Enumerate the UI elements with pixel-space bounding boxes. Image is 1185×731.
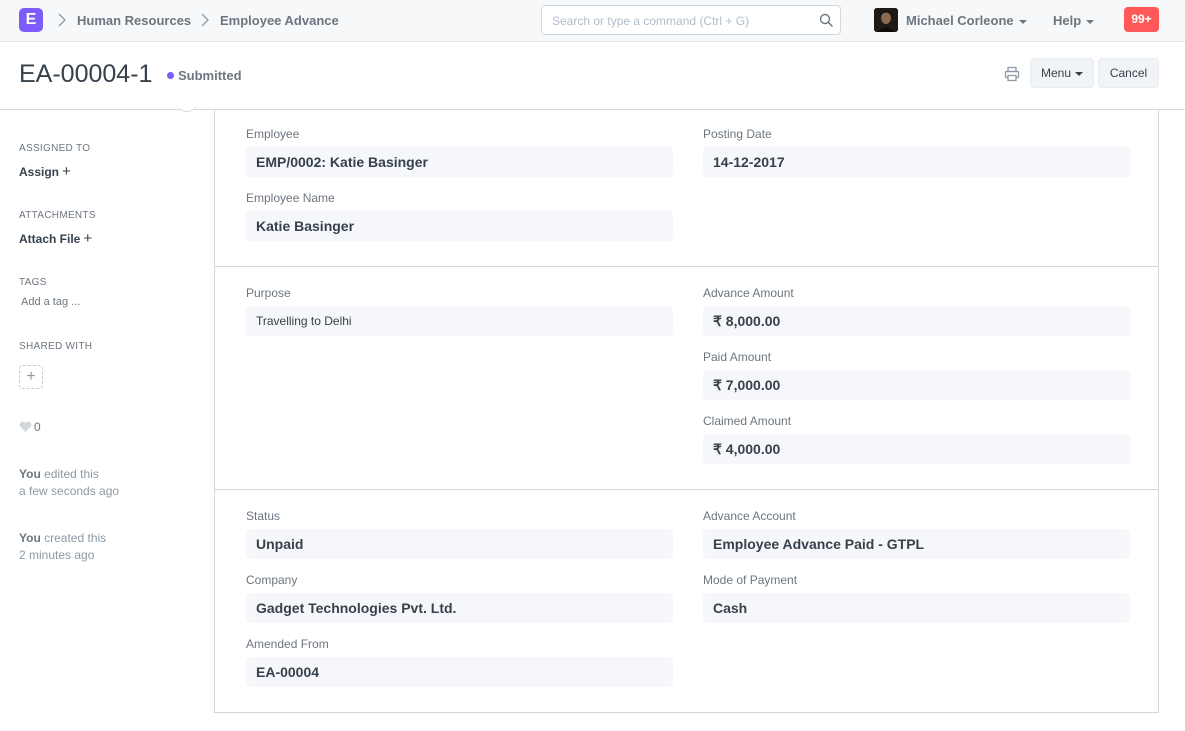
notifications-badge[interactable]: 99+ <box>1124 7 1159 32</box>
claimed-amount-label: Claimed Amount <box>703 414 792 428</box>
app-logo[interactable]: E <box>19 8 43 32</box>
status-indicator-dot <box>167 72 174 79</box>
posting-date-label: Posting Date <box>703 127 772 141</box>
like-count: 0 <box>34 420 41 434</box>
user-name: Michael Corleone <box>906 13 1014 28</box>
company-label: Company <box>246 573 298 587</box>
breadcrumb-employee-advance[interactable]: Employee Advance <box>220 13 339 28</box>
help-menu[interactable]: Help <box>1053 13 1095 28</box>
attach-file-label: Attach File <box>19 232 81 246</box>
employee-field[interactable]: EMP/0002: Katie Basinger <box>246 147 673 177</box>
amended-from-field[interactable]: EA-00004 <box>246 657 673 687</box>
status-field[interactable]: Unpaid <box>246 529 673 559</box>
caret-down-icon <box>1018 19 1027 24</box>
attachments-label: ATTACHMENTS <box>19 210 96 221</box>
add-tag-button[interactable]: Add a tag ... <box>21 296 80 308</box>
activity-user: You <box>19 467 41 481</box>
purpose-field[interactable]: Travelling to Delhi <box>246 306 673 336</box>
status-badge: Submitted <box>178 68 242 83</box>
add-share-button[interactable]: + <box>19 365 43 389</box>
tags-label: TAGS <box>19 277 47 288</box>
employee-label: Employee <box>246 127 300 141</box>
caret-down-icon <box>1086 19 1095 24</box>
caret-down-icon <box>1075 71 1084 76</box>
activity-item: You created this 2 minutes ago <box>19 530 106 564</box>
purpose-label: Purpose <box>246 286 291 300</box>
mode-of-payment-label: Mode of Payment <box>703 573 798 587</box>
shared-with-label: SHARED WITH <box>19 341 93 352</box>
paid-amount-field[interactable]: ₹ 7,000.00 <box>703 370 1130 400</box>
search-placeholder: Search or type a command (Ctrl + G) <box>552 14 750 28</box>
activity-item: You edited this a few seconds ago <box>19 466 119 500</box>
page-title: EA-00004-1 <box>19 60 153 88</box>
user-menu[interactable]: Michael Corleone <box>906 13 1027 28</box>
breadcrumb-human-resources[interactable]: Human Resources <box>77 13 191 28</box>
posting-date-field[interactable]: 14-12-2017 <box>703 147 1130 177</box>
search-input[interactable]: Search or type a command (Ctrl + G) <box>541 5 841 35</box>
section-divider <box>215 489 1158 490</box>
advance-account-label: Advance Account <box>703 509 796 523</box>
menu-button-label: Menu <box>1040 66 1072 80</box>
user-avatar[interactable] <box>874 8 898 32</box>
menu-button[interactable]: Menu <box>1030 58 1094 88</box>
chevron-right-icon <box>201 13 209 27</box>
cancel-button[interactable]: Cancel <box>1098 58 1159 88</box>
status-label: Status <box>246 509 281 523</box>
plus-icon: + <box>62 163 71 180</box>
activity-user: You <box>19 531 41 545</box>
navbar: E Human Resources Employee Advance Searc… <box>0 0 1185 42</box>
heart-icon[interactable] <box>19 421 32 433</box>
activity-time: 2 minutes ago <box>19 548 95 562</box>
plus-icon: + <box>83 230 93 247</box>
sidebar-toggle-handle <box>176 100 198 112</box>
advance-account-field[interactable]: Employee Advance Paid - GTPL <box>703 529 1130 559</box>
employee-name-label: Employee Name <box>246 191 335 205</box>
assign-button[interactable]: Assign + <box>19 163 71 180</box>
activity-action: created this <box>44 531 107 545</box>
advance-amount-field[interactable]: ₹ 8,000.00 <box>703 306 1130 336</box>
attach-file-button[interactable]: Attach File + <box>19 230 92 247</box>
chevron-right-icon <box>58 13 66 27</box>
section-divider <box>215 266 1158 267</box>
activity-action: edited this <box>44 467 99 481</box>
mode-of-payment-field[interactable]: Cash <box>703 593 1130 623</box>
activity-time: a few seconds ago <box>19 484 120 498</box>
amended-from-label: Amended From <box>246 637 329 651</box>
search-icon[interactable] <box>819 13 834 28</box>
assign-label: Assign <box>19 165 60 179</box>
company-field[interactable]: Gadget Technologies Pvt. Ltd. <box>246 593 673 623</box>
assigned-to-label: ASSIGNED TO <box>19 143 91 154</box>
avatar-image <box>874 8 898 32</box>
form-body: Employee EMP/0002: Katie Basinger Postin… <box>214 110 1159 713</box>
advance-amount-label: Advance Amount <box>703 286 794 300</box>
employee-name-field[interactable]: Katie Basinger <box>246 211 673 241</box>
help-label: Help <box>1053 13 1082 28</box>
print-icon[interactable] <box>1004 66 1020 82</box>
claimed-amount-field[interactable]: ₹ 4,000.00 <box>703 434 1130 464</box>
paid-amount-label: Paid Amount <box>703 350 772 364</box>
